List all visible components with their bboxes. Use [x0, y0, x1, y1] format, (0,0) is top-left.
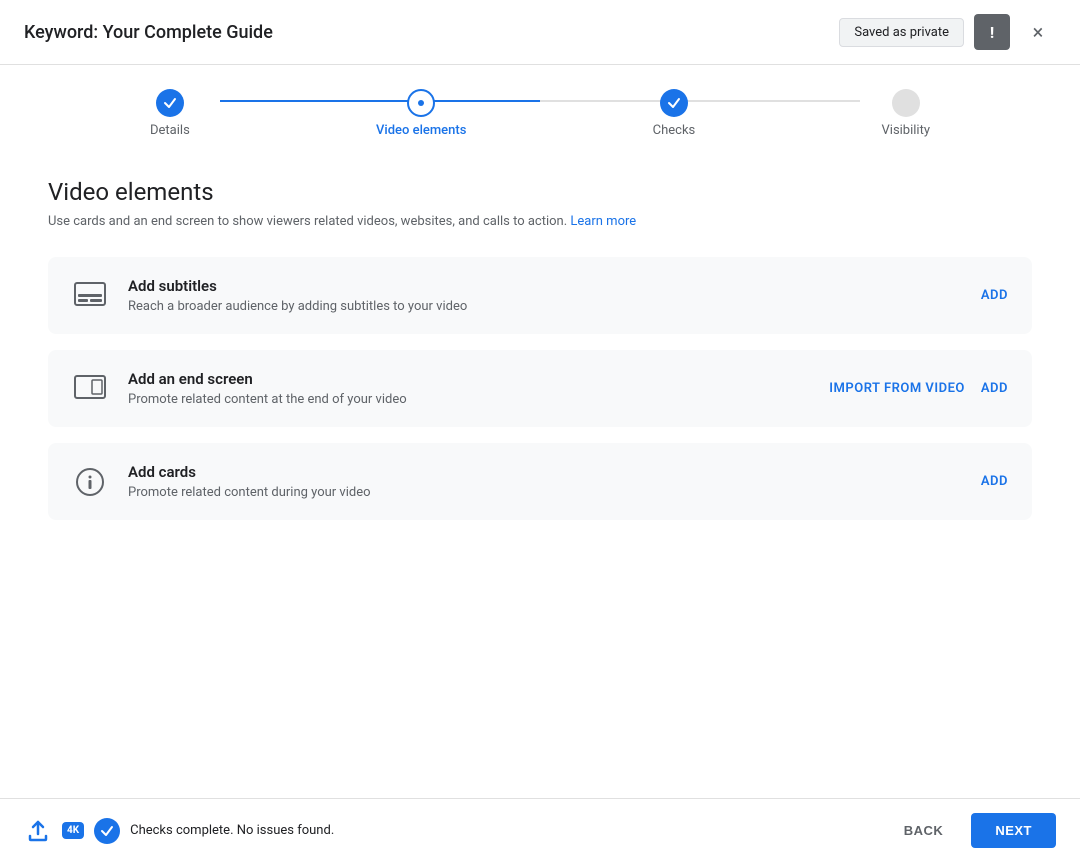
- card-subtitles: Add subtitles Reach a broader audience b…: [48, 257, 1032, 334]
- header-right: Saved as private ! ×: [839, 14, 1056, 50]
- saved-badge: Saved as private: [839, 18, 964, 47]
- next-button[interactable]: NEXT: [971, 813, 1056, 848]
- card-end-screen-title: Add an end screen: [128, 370, 809, 388]
- step-label-video-elements: Video elements: [376, 123, 466, 138]
- info-icon: [72, 464, 108, 500]
- card-end-screen-actions: IMPORT FROM VIDEO ADD: [829, 381, 1008, 396]
- page-title: Keyword: Your Complete Guide: [24, 22, 273, 43]
- step-label-visibility: Visibility: [882, 123, 931, 138]
- check-badge: [94, 818, 120, 844]
- step-circle-visibility: [892, 89, 920, 117]
- footer: 4K Checks complete. No issues found. BAC…: [0, 798, 1080, 862]
- progress-stepper: Details Video elements Checks Visibility: [0, 65, 1080, 154]
- learn-more-link[interactable]: Learn more: [570, 214, 636, 229]
- card-end-screen-text: Add an end screen Promote related conten…: [128, 370, 809, 407]
- step-circle-checks: [660, 89, 688, 117]
- header: Keyword: Your Complete Guide Saved as pr…: [0, 0, 1080, 65]
- upload-icon: [24, 817, 52, 845]
- card-subtitles-subtitle: Reach a broader audience by adding subti…: [128, 299, 961, 314]
- footer-status-text: Checks complete. No issues found.: [130, 823, 334, 838]
- card-end-screen: Add an end screen Promote related conten…: [48, 350, 1032, 427]
- card-cards-actions: ADD: [981, 474, 1008, 489]
- back-button[interactable]: BACK: [888, 815, 960, 846]
- section-desc-text: Use cards and an end screen to show view…: [48, 214, 567, 229]
- step-label-checks: Checks: [653, 123, 696, 138]
- footer-left: 4K Checks complete. No issues found.: [24, 817, 334, 845]
- add-end-screen-button[interactable]: ADD: [981, 381, 1008, 396]
- main-content: Video elements Use cards and an end scre…: [0, 154, 1080, 798]
- footer-right: BACK NEXT: [888, 813, 1056, 848]
- exclaim-button[interactable]: !: [974, 14, 1010, 50]
- card-subtitles-title: Add subtitles: [128, 277, 961, 295]
- card-cards-text: Add cards Promote related content during…: [128, 463, 961, 500]
- end-screen-icon: [72, 371, 108, 407]
- card-end-screen-subtitle: Promote related content at the end of yo…: [128, 392, 809, 407]
- step-visibility[interactable]: Visibility: [882, 89, 931, 138]
- step-details[interactable]: Details: [150, 89, 190, 138]
- card-cards: Add cards Promote related content during…: [48, 443, 1032, 520]
- add-cards-button[interactable]: ADD: [981, 474, 1008, 489]
- add-subtitles-button[interactable]: ADD: [981, 288, 1008, 303]
- section-title: Video elements: [48, 178, 1032, 206]
- card-cards-title: Add cards: [128, 463, 961, 481]
- step-circle-video-elements: [407, 89, 435, 117]
- card-subtitles-actions: ADD: [981, 288, 1008, 303]
- subtitles-icon: [72, 278, 108, 314]
- import-from-video-button[interactable]: IMPORT FROM VIDEO: [829, 381, 965, 396]
- step-circle-details: [156, 89, 184, 117]
- section-description: Use cards and an end screen to show view…: [48, 214, 1032, 229]
- step-video-elements[interactable]: Video elements: [376, 89, 466, 138]
- card-subtitles-text: Add subtitles Reach a broader audience b…: [128, 277, 961, 314]
- card-cards-subtitle: Promote related content during your vide…: [128, 485, 961, 500]
- step-label-details: Details: [150, 123, 190, 138]
- stepper-steps: Details Video elements Checks Visibility: [150, 89, 930, 138]
- step-checks[interactable]: Checks: [653, 89, 696, 138]
- 4k-badge: 4K: [62, 822, 84, 839]
- close-button[interactable]: ×: [1020, 14, 1056, 50]
